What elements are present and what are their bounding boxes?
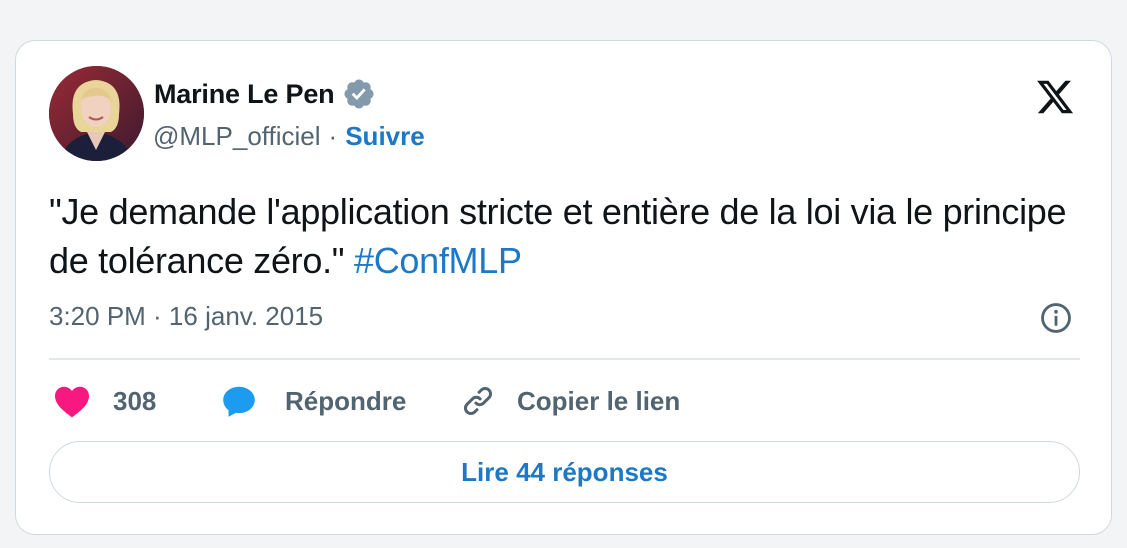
- tweet-body: "Je demande l'application stricte et ent…: [49, 191, 1067, 281]
- separator-dot: ·: [328, 120, 338, 151]
- follow-button[interactable]: Suivre: [345, 121, 425, 152]
- divider: [49, 358, 1080, 360]
- tweet-card: Marine Le Pen @MLP_officiel · Suivre "Je…: [15, 40, 1112, 535]
- tweet-timestamp[interactable]: 3:20 PM · 16 janv. 2015: [49, 301, 323, 332]
- verified-badge-icon: [344, 79, 374, 109]
- author-handle[interactable]: @MLP_officiel: [153, 121, 321, 152]
- author-name-row: Marine Le Pen: [154, 77, 376, 111]
- x-logo-icon[interactable]: [1033, 77, 1077, 117]
- hashtag-link[interactable]: #ConfMLP: [354, 240, 522, 281]
- tweet-text: "Je demande l'application stricte et ent…: [49, 187, 1079, 285]
- speech-bubble-icon: [223, 386, 255, 417]
- author-name[interactable]: Marine Le Pen: [154, 79, 335, 110]
- avatar[interactable]: [49, 66, 144, 161]
- info-icon[interactable]: [1039, 301, 1073, 335]
- link-icon: [463, 386, 493, 416]
- copy-link-button[interactable]: Copier le lien: [460, 381, 680, 421]
- read-replies-button[interactable]: Lire 44 réponses: [49, 441, 1080, 503]
- like-button[interactable]: 308: [53, 381, 156, 421]
- copy-link-label: Copier le lien: [517, 385, 681, 416]
- reply-button[interactable]: Répondre: [221, 381, 406, 421]
- author-handle-row: @MLP_officiel · Suivre: [153, 119, 425, 153]
- reply-label: Répondre: [285, 385, 407, 416]
- like-count: 308: [113, 385, 157, 416]
- heart-icon: [55, 386, 89, 418]
